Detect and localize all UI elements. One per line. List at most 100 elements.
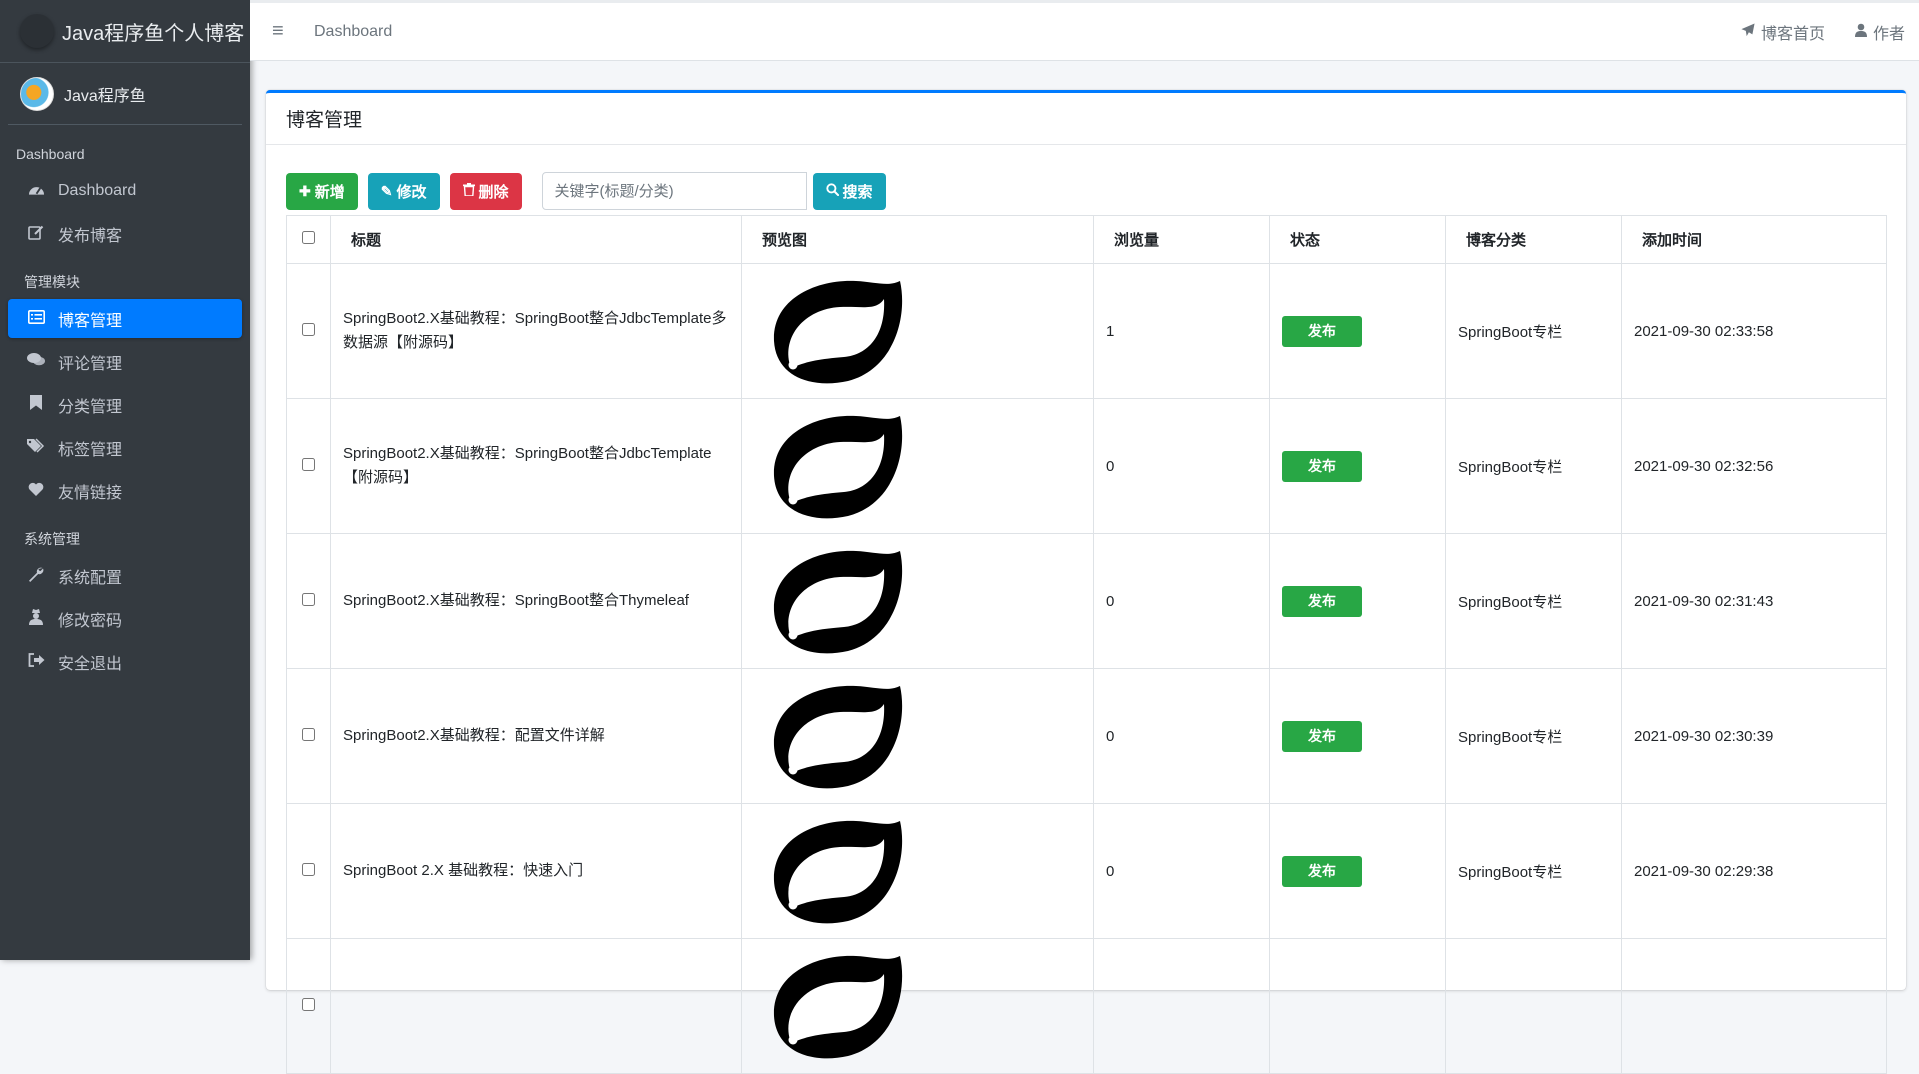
heart-icon <box>26 482 46 500</box>
row-views: 0 <box>1093 803 1270 939</box>
status-badge: 发布 <box>1282 720 1362 752</box>
sidebar-item[interactable]: 安全退出 <box>8 642 242 681</box>
tags-icon <box>26 438 46 457</box>
breadcrumb[interactable]: Dashboard <box>314 23 392 41</box>
toolbar: ✚ 新增 ✎ 修改 删除 搜索 <box>266 145 1906 217</box>
row-category: SpringBoot专栏 <box>1445 398 1622 534</box>
sidebar-item[interactable]: 分类管理 <box>8 385 242 424</box>
row-select-cell <box>286 668 331 804</box>
row-preview-cell <box>741 938 1094 1074</box>
sidebar-item-label: 安全退出 <box>58 655 123 673</box>
column-header-views[interactable]: 浏览量 <box>1093 215 1270 264</box>
brand[interactable]: Java程序鱼个人博客 <box>0 0 250 63</box>
column-header-title[interactable]: 标题 <box>330 215 742 264</box>
brand-logo <box>20 14 54 48</box>
row-checkbox[interactable] <box>302 997 315 1011</box>
sidebar-item[interactable]: 友情链接 <box>8 471 242 510</box>
spring-leaf-thumbnail[interactable] <box>754 412 1093 520</box>
top-right-links: 博客首页 作者 <box>1711 20 1905 44</box>
row-views: 0 <box>1093 533 1270 669</box>
spring-leaf-thumbnail[interactable] <box>754 952 1093 1060</box>
sidebar-item[interactable]: 博客管理 <box>8 299 242 338</box>
sidebar-item-label: 标签管理 <box>58 441 123 459</box>
edit-icon <box>26 224 46 244</box>
table-row[interactable]: SpringBoot2.X基础教程：SpringBoot整合JdbcTempla… <box>286 398 1887 534</box>
menu-toggle-icon[interactable]: ≡ <box>272 20 300 43</box>
sidebar-item-label: 系统配置 <box>58 569 123 587</box>
card-header: 博客管理 <box>266 93 1906 145</box>
row-select-cell <box>286 803 331 939</box>
spring-leaf-thumbnail[interactable] <box>754 682 1093 790</box>
row-views <box>1093 938 1270 1074</box>
sidebar-item[interactable]: 标签管理 <box>8 428 242 467</box>
column-header-preview[interactable]: 预览图 <box>741 215 1094 264</box>
card-title: 博客管理 <box>286 110 363 131</box>
table-body: SpringBoot2.X基础教程：SpringBoot整合JdbcTempla… <box>286 263 1887 1074</box>
row-title: SpringBoot2.X基础教程：SpringBoot整合JdbcTempla… <box>330 263 742 399</box>
sidebar-item[interactable]: 发布博客 <box>8 214 242 253</box>
blog-table-wrapper: 标题 预览图 浏览量 状态 博客分类 添加时间 SpringBoot2.X基础教… <box>286 215 1887 1074</box>
add-button[interactable]: ✚ 新增 <box>286 172 358 210</box>
nav-section-header: 系统管理 <box>24 531 80 547</box>
sidebar-item-label: 评论管理 <box>58 355 123 373</box>
spring-leaf-thumbnail[interactable] <box>754 817 1093 925</box>
blog-home-link[interactable]: 博客首页 <box>1741 20 1825 44</box>
blog-table: 标题 预览图 浏览量 状态 博客分类 添加时间 SpringBoot2.X基础教… <box>286 215 1887 1074</box>
row-checkbox[interactable] <box>302 862 315 876</box>
row-category: SpringBoot专栏 <box>1445 263 1622 399</box>
sidebar-item-label: 修改密码 <box>58 612 123 630</box>
edit-icon: ✎ <box>380 182 393 199</box>
row-checkbox[interactable] <box>302 322 315 336</box>
row-time <box>1621 938 1887 1074</box>
author-link[interactable]: 作者 <box>1854 20 1905 44</box>
row-checkbox[interactable] <box>302 592 315 606</box>
user-name: Java程序鱼 <box>64 87 146 105</box>
sidebar-item[interactable]: 评论管理 <box>8 342 242 381</box>
user-icon <box>1854 23 1867 40</box>
row-title <box>330 938 742 1074</box>
sidebar-item-label: 博客管理 <box>58 312 123 330</box>
table-row[interactable]: SpringBoot2.X基础教程：SpringBoot整合Thymeleaf … <box>286 533 1887 669</box>
spring-leaf-thumbnail[interactable] <box>754 277 1093 385</box>
table-row[interactable]: SpringBoot2.X基础教程：配置文件详解 0 发布 SpringBoot… <box>286 668 1887 804</box>
spring-leaf-thumbnail[interactable] <box>754 547 1093 655</box>
table-header-row: 标题 预览图 浏览量 状态 博客分类 添加时间 <box>286 215 1887 264</box>
paper-plane-icon <box>1741 23 1755 40</box>
row-title: SpringBoot2.X基础教程：SpringBoot整合Thymeleaf <box>330 533 742 669</box>
search-button[interactable]: 搜索 <box>812 172 886 210</box>
sidebar-item-label: 友情链接 <box>58 484 123 502</box>
edit-button[interactable]: ✎ 修改 <box>367 172 440 210</box>
row-time: 2021-09-30 02:33:58 <box>1621 263 1887 399</box>
row-time: 2021-09-30 02:32:56 <box>1621 398 1887 534</box>
sidebar-item-label: Dashboard <box>58 181 137 199</box>
table-row[interactable]: SpringBoot 2.X 基础教程：快速入门 0 发布 SpringBoot… <box>286 803 1887 939</box>
sidebar-item[interactable]: 系统配置 <box>8 556 242 595</box>
table-row[interactable] <box>286 938 1887 1074</box>
row-select-cell <box>286 938 331 1074</box>
top-navbar: ≡ Dashboard 博客首页 作者 <box>250 0 1919 61</box>
search-input[interactable] <box>541 172 807 210</box>
row-status-cell: 发布 <box>1269 263 1446 399</box>
row-checkbox[interactable] <box>302 457 315 471</box>
status-badge: 发布 <box>1282 450 1362 482</box>
row-title: SpringBoot2.X基础教程：配置文件详解 <box>330 668 742 804</box>
sidebar-item-label: 分类管理 <box>58 398 123 416</box>
plus-icon: ✚ <box>299 182 311 199</box>
row-time: 2021-09-30 02:31:43 <box>1621 533 1887 669</box>
select-all-checkbox[interactable] <box>302 231 315 244</box>
delete-button[interactable]: 删除 <box>449 172 522 210</box>
trash-icon <box>462 183 475 199</box>
row-checkbox[interactable] <box>302 727 315 741</box>
column-header-category[interactable]: 博客分类 <box>1445 215 1622 264</box>
column-header-status[interactable]: 状态 <box>1269 215 1446 264</box>
nav-section-header: 管理模块 <box>24 274 80 290</box>
column-header-time[interactable]: 添加时间 <box>1621 215 1887 264</box>
wrench-icon <box>26 566 46 586</box>
row-time: 2021-09-30 02:30:39 <box>1621 668 1887 804</box>
sidebar-item[interactable]: Dashboard <box>8 171 242 210</box>
delete-label: 删除 <box>478 183 509 201</box>
sidebar-item[interactable]: 修改密码 <box>8 599 242 638</box>
user-panel[interactable]: Java程序鱼 <box>8 63 242 125</box>
table-row[interactable]: SpringBoot2.X基础教程：SpringBoot整合JdbcTempla… <box>286 263 1887 399</box>
edit-label: 修改 <box>396 183 427 201</box>
